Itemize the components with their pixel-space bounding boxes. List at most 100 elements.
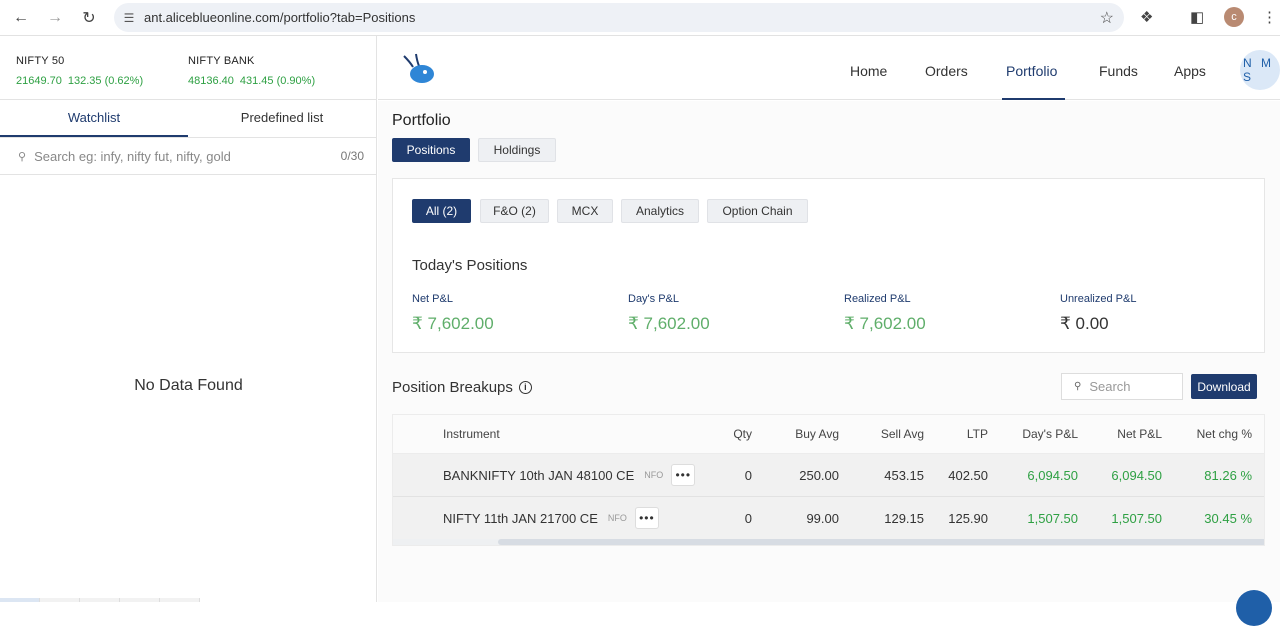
user-avatar[interactable]: N M S xyxy=(1240,50,1280,90)
nav-funds[interactable]: Funds xyxy=(1099,63,1138,79)
download-button[interactable]: Download xyxy=(1191,374,1257,399)
filter-mcx[interactable]: MCX xyxy=(557,199,613,223)
qty-cell: 0 xyxy=(744,467,752,483)
position-breakups-title: Position Breakups i xyxy=(392,379,532,396)
filter-all[interactable]: All (2) xyxy=(412,199,471,223)
instrument-name: NIFTY 11th JAN 21700 CE xyxy=(443,510,598,526)
net-pnl-cell: 1,507.50 xyxy=(1111,510,1162,526)
tab-watchlist[interactable]: Watchlist xyxy=(0,100,188,137)
instrument-name: BANKNIFTY 10th JAN 48100 CE xyxy=(443,467,635,483)
reload-icon[interactable]: ↻ xyxy=(72,0,106,36)
more-options-icon[interactable]: ••• xyxy=(634,507,659,529)
table-row[interactable]: NIFTY 11th JAN 21700 CE NFO ••• 0 99.00 … xyxy=(393,497,1264,540)
info-icon[interactable]: i xyxy=(518,381,532,394)
tab-positions[interactable]: Positions xyxy=(392,138,470,162)
nav-orders[interactable]: Orders xyxy=(925,63,968,79)
search-placeholder: Search eg: infy, nifty fut, nifty, gold xyxy=(34,148,231,164)
sell-avg-cell: 453.15 xyxy=(884,467,924,483)
extensions-icon[interactable]: ❖ xyxy=(1140,8,1153,26)
stat-unrealized-pnl: Unrealized P&L ₹ 0.00 xyxy=(1060,293,1136,334)
positions-search-input[interactable]: ⚲ Search xyxy=(1061,373,1183,400)
index-change: 132.35 (0.62%) xyxy=(67,75,144,87)
stat-value: ₹ 0.00 xyxy=(1060,314,1109,333)
todays-positions-card: All (2) F&O (2) MCX Analytics Option Cha… xyxy=(392,178,1265,353)
col-net-pnl[interactable]: Net P&L xyxy=(1093,415,1162,453)
stat-days-pnl: Day's P&L ₹ 7,602.00 xyxy=(628,293,710,334)
page-title: Portfolio xyxy=(392,112,451,129)
col-instrument[interactable]: Instrument xyxy=(443,415,500,453)
browser-toolbar: ← → ↻ ☰ ant.aliceblueonline.com/portfoli… xyxy=(0,0,1280,36)
back-arrow-icon[interactable]: ← xyxy=(4,0,38,36)
forward-arrow-icon[interactable]: → xyxy=(38,0,72,36)
net-pnl-cell: 6,094.50 xyxy=(1111,467,1162,483)
stat-label: Realized P&L xyxy=(844,293,911,305)
stat-net-pnl: Net P&L ₹ 7,602.00 xyxy=(412,293,494,334)
stat-value: ₹ 7,602.00 xyxy=(412,314,494,333)
indices-bar: NIFTY 50 21649.70 132.35 (0.62%) NIFTY BA… xyxy=(0,36,376,100)
qty-cell: 0 xyxy=(744,510,752,526)
site-settings-icon[interactable]: ☰ xyxy=(114,11,144,25)
filter-fno[interactable]: F&O (2) xyxy=(480,199,549,223)
col-qty[interactable]: Qty xyxy=(693,415,752,453)
col-ltp[interactable]: LTP xyxy=(933,415,988,453)
tab-holdings[interactable]: Holdings xyxy=(478,138,556,162)
index-name: NIFTY 50 xyxy=(16,55,65,67)
exchange-tag: NFO xyxy=(607,513,627,523)
search-placeholder: Search xyxy=(1089,379,1131,394)
stat-label: Net P&L xyxy=(412,293,453,305)
stat-value: ₹ 7,602.00 xyxy=(628,314,710,333)
col-net-chg[interactable]: Net chg % xyxy=(1173,415,1252,453)
col-days-pnl[interactable]: Day's P&L xyxy=(1003,415,1078,453)
watchlist-pager[interactable] xyxy=(0,598,200,602)
stat-realized-pnl: Realized P&L ₹ 7,602.00 xyxy=(844,293,926,334)
days-pnl-cell: 6,094.50 xyxy=(1027,467,1078,483)
index-change: 431.45 (0.90%) xyxy=(239,75,316,87)
stat-label: Unrealized P&L xyxy=(1060,293,1137,305)
instrument-cell: BANKNIFTY 10th JAN 48100 CE NFO ••• xyxy=(443,454,696,496)
more-options-icon[interactable]: ••• xyxy=(671,464,696,486)
watchlist-count: 0/30 xyxy=(340,149,364,163)
filter-option-chain[interactable]: Option Chain xyxy=(707,199,808,223)
empty-state-text: No Data Found xyxy=(134,377,243,394)
table-row[interactable]: BANKNIFTY 10th JAN 48100 CE NFO ••• 0 25… xyxy=(393,454,1264,497)
nav-apps[interactable]: Apps xyxy=(1174,63,1206,79)
stat-value: ₹ 7,602.00 xyxy=(844,314,926,333)
index-value: 48136.40 xyxy=(188,75,234,87)
col-buy-avg[interactable]: Buy Avg xyxy=(773,415,839,453)
index-niftybank[interactable]: NIFTY BANK 48136.40 431.45 (0.90%) xyxy=(188,55,321,87)
table-header: Instrument Qty Buy Avg Sell Avg LTP Day'… xyxy=(393,415,1264,454)
index-value: 21649.70 xyxy=(16,75,62,87)
side-panel-icon[interactable]: ◧ xyxy=(1190,8,1204,26)
watchlist-search-input[interactable]: ⚲ Search eg: infy, nifty fut, nifty, gol… xyxy=(0,138,376,175)
help-chat-button[interactable] xyxy=(1236,590,1272,626)
days-pnl-cell: 1,507.50 xyxy=(1027,510,1078,526)
ltp-cell: 125.90 xyxy=(948,510,988,526)
address-bar[interactable]: ☰ ant.aliceblueonline.com/portfolio?tab=… xyxy=(114,3,1124,32)
nav-home[interactable]: Home xyxy=(850,63,887,79)
nav-portfolio[interactable]: Portfolio xyxy=(1006,63,1057,79)
tab-predefined-list[interactable]: Predefined list xyxy=(188,100,376,137)
horizontal-scrollbar-thumb[interactable] xyxy=(498,539,1264,545)
sell-avg-cell: 129.15 xyxy=(884,510,924,526)
watchlist-panel: NIFTY 50 21649.70 132.35 (0.62%) NIFTY BA… xyxy=(0,36,377,602)
search-icon: ⚲ xyxy=(18,150,27,163)
active-nav-indicator xyxy=(1002,98,1065,100)
index-nifty50[interactable]: NIFTY 50 21649.70 132.35 (0.62%) xyxy=(16,55,149,87)
exchange-tag: NFO xyxy=(644,470,664,480)
watchlist-tabs: Watchlist Predefined list xyxy=(0,100,376,138)
top-navigation: Home Orders Portfolio Funds Apps N M S xyxy=(378,36,1280,100)
stat-label: Day's P&L xyxy=(628,293,680,305)
portfolio-main: Portfolio Positions Holdings All (2) F&O… xyxy=(378,101,1280,602)
browser-menu-icon[interactable]: ⋮ xyxy=(1262,8,1277,26)
ltp-cell: 402.50 xyxy=(948,467,988,483)
instrument-cell: NIFTY 11th JAN 21700 CE NFO ••• xyxy=(443,497,659,539)
url-text[interactable]: ant.aliceblueonline.com/portfolio?tab=Po… xyxy=(144,10,415,25)
todays-positions-title: Today's Positions xyxy=(412,257,528,274)
col-sell-avg[interactable]: Sell Avg xyxy=(853,415,924,453)
buy-avg-cell: 99.00 xyxy=(806,510,839,526)
bookmark-star-icon[interactable]: ☆ xyxy=(1100,8,1114,28)
buy-avg-cell: 250.00 xyxy=(799,467,839,483)
filter-analytics[interactable]: Analytics xyxy=(621,199,699,223)
aliceblue-logo[interactable] xyxy=(400,52,436,86)
profile-avatar[interactable]: c xyxy=(1224,7,1244,27)
